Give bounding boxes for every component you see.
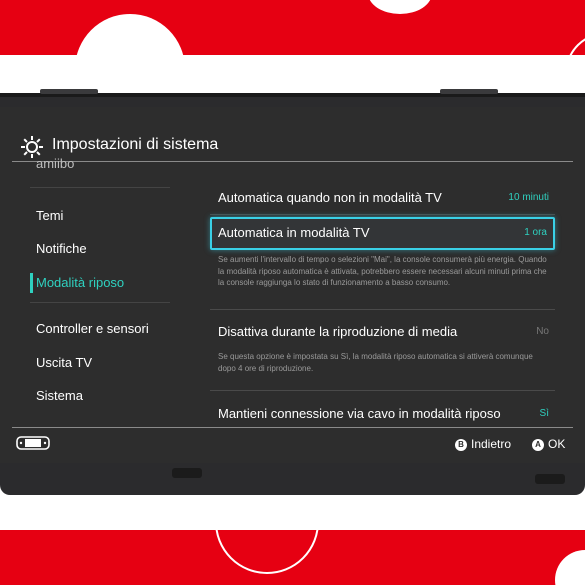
setting-description: Se aumenti l'intervallo di tempo o selez…: [218, 255, 547, 287]
sidebar-item-amiibo[interactable]: amiibo: [36, 156, 74, 171]
setting-label: Automatica quando non in modalità TV: [218, 190, 442, 205]
setting-label: Disattiva durante la riproduzione di med…: [218, 324, 458, 339]
console-tab: [440, 89, 498, 94]
console-tab: [40, 89, 98, 94]
sidebar-divider: [30, 302, 170, 303]
sidebar: amiibo Temi Notifiche Modalità riposo Co…: [0, 156, 190, 427]
setting-row-wired-connection[interactable]: Mantieni connessione via cavo in modalit…: [210, 398, 555, 428]
sidebar-item-modalita-riposo[interactable]: Modalità riposo: [30, 270, 180, 296]
setting-label: Automatica in modalità TV: [218, 225, 370, 240]
console-foot: [172, 468, 202, 478]
decorative-ring: [565, 32, 585, 55]
b-button-icon: B: [455, 438, 467, 451]
ok-label: OK: [548, 437, 566, 451]
sidebar-divider: [30, 187, 170, 188]
handheld-controller-icon: [16, 436, 50, 450]
decorative-ring: [215, 530, 319, 574]
footer-divider: [12, 427, 573, 428]
decorative-circle: [75, 14, 185, 55]
sidebar-item-notifiche[interactable]: Notifiche: [30, 236, 180, 262]
settings-list: Automatica quando non in modalità TV 10 …: [210, 162, 560, 427]
decorative-circle: [368, 0, 432, 14]
setting-row-sleep-handheld[interactable]: Automatica quando non in modalità TV 10 …: [210, 182, 555, 212]
row-divider: [210, 214, 555, 215]
sidebar-item-sistema[interactable]: Sistema: [30, 383, 180, 409]
sidebar-item-controller-e-sensori[interactable]: Controller e sensori: [30, 316, 180, 342]
row-divider: [210, 390, 555, 391]
setting-row-sleep-tv-mode[interactable]: Automatica in modalità TV 1 ora: [210, 217, 555, 250]
setting-value: 1 ora: [524, 227, 547, 238]
promo-band-bottom: [0, 530, 585, 585]
row-divider: [210, 309, 555, 310]
setting-value: Sì: [539, 408, 549, 419]
back-label: Indietro: [471, 437, 512, 451]
ok-button[interactable]: A OK: [532, 436, 565, 452]
setting-value: 10 minuti: [508, 192, 549, 203]
setting-description: Se questa opzione è impostata su Sì, la …: [218, 352, 533, 373]
back-button[interactable]: B Indietro: [455, 436, 511, 452]
sidebar-item-uscita-tv[interactable]: Uscita TV: [30, 350, 180, 376]
screen: Impostazioni di sistema amiibo Temi Noti…: [0, 107, 585, 463]
setting-value: No: [536, 326, 549, 337]
setting-row-media-playback[interactable]: Disattiva durante la riproduzione di med…: [210, 316, 555, 346]
promo-band-top: [0, 0, 585, 55]
a-button-icon: A: [532, 438, 544, 451]
setting-label: Mantieni connessione via cavo in modalit…: [218, 406, 501, 421]
console-foot: [535, 474, 565, 484]
sidebar-item-temi[interactable]: Temi: [30, 203, 180, 229]
header: Impostazioni di sistema: [0, 107, 585, 162]
decorative-circle: [555, 550, 585, 585]
page-title: Impostazioni di sistema: [52, 136, 219, 153]
